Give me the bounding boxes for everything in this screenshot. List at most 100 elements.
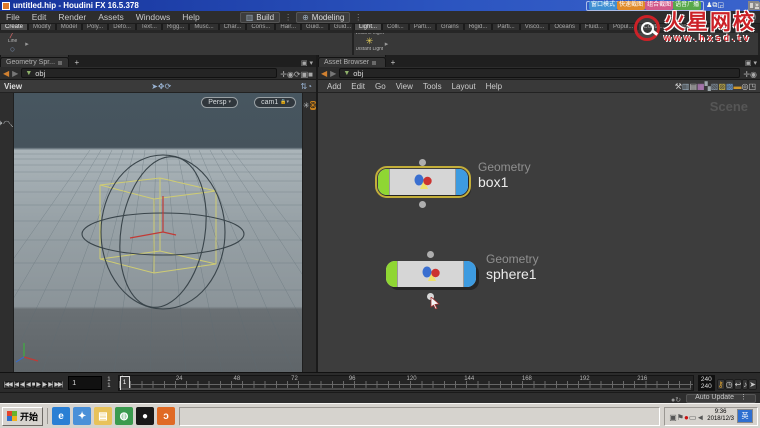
net-tools-icon[interactable]: ⚒ [675,82,682,91]
shelf-tab[interactable]: Char... [219,24,247,30]
sync-icon[interactable]: ⟳ [294,70,301,79]
network-menu-item[interactable]: Go [370,82,391,91]
rec-quick-capture-button[interactable]: 快速截图 [617,1,645,10]
shelf-tab[interactable]: Defo... [108,24,136,30]
viewhelp-icon[interactable]: ◔ [307,82,312,91]
shelf-tab[interactable]: Guid... [329,24,352,30]
shelf-tab[interactable]: Modify [28,24,56,30]
shelf-tool[interactable]: ✳ Distant Light [354,36,385,52]
viewport-3d[interactable]: Persp▾ cam1🔒▾ [14,93,302,372]
node-render-flag[interactable] [463,261,476,287]
tray-camera-icon[interactable]: ▣ [669,413,677,422]
start-button[interactable]: 开始 [2,407,43,426]
shelf-tab[interactable]: Poly... [82,24,108,30]
loop-icon[interactable]: ↩ [734,379,743,390]
mode-combo[interactable]: ⊕ Modeling [296,12,350,23]
pane-tab[interactable]: Asset Browser [318,57,386,67]
shelf-tab[interactable]: Pyro... [669,24,696,30]
back-icon[interactable]: ◀ [3,69,9,78]
timeline-ruler[interactable]: 124487296120144168192216 1 [118,375,694,391]
shelf-overflow-icon[interactable]: ▸ [25,40,29,48]
menu-item[interactable]: File [0,12,26,22]
tray-volume-icon[interactable]: ◄ [696,413,704,422]
current-frame-field[interactable]: 1 [68,376,102,390]
net-note-icon[interactable]: ▨ [718,82,726,91]
shelf-tab[interactable]: Text... [136,24,162,30]
tray-flag-icon[interactable]: ⚑ [677,413,684,422]
shelf-tab[interactable]: Oceans [549,24,580,30]
globe-icon[interactable]: ◍ [115,407,133,425]
scene-path-field[interactable]: ▼ obj [21,68,277,78]
auto-key-icon[interactable]: ⚷ [717,379,725,390]
node-sphere1[interactable] [386,261,476,287]
shelf-tab[interactable]: Model [56,24,82,30]
recorder-icon[interactable]: ● [136,407,154,425]
network-menu-item[interactable]: Help [481,82,507,91]
highquality-light-icon[interactable]: ✳ [303,101,310,110]
node-display-flag[interactable] [378,169,390,195]
ie-icon[interactable]: e [52,407,70,425]
help-icon[interactable]: ? [746,12,756,22]
node-output-connector[interactable] [419,201,426,208]
shelf-overflow-icon[interactable]: ▸ [385,40,389,48]
handle-mode-icon[interactable]: ✥ [158,82,165,91]
playbar-options-icon[interactable]: ➤ [748,379,757,390]
shelf-tab[interactable]: Hair... [275,24,301,30]
pose-mode-icon[interactable]: ⟳ [165,82,172,91]
world-icon[interactable]: ◉ [287,70,294,79]
timeline-scrollbar[interactable] [121,388,691,390]
menu-item[interactable]: Edit [26,12,53,22]
pin-icon[interactable]: ✛ [743,70,750,79]
persp-view-badge[interactable]: Persp▾ [201,97,238,108]
play-reverse-button[interactable]: ◀ [25,381,31,389]
shelf-tab[interactable]: Fluid... [580,24,608,30]
network-menu-item[interactable]: View [391,82,418,91]
node-name-label[interactable]: sphere1 [486,266,537,282]
network-menu-item[interactable]: Layout [447,82,481,91]
browser-icon[interactable]: ✦ [73,407,91,425]
shelf-tab[interactable]: Parti... [409,24,436,30]
node-input-connector[interactable] [427,251,434,258]
network-menu-item[interactable]: Tools [418,82,447,91]
rec-scene-capture-button[interactable]: 组合截图 [645,1,673,10]
forward-icon[interactable]: ▶ [12,69,18,78]
shelf-tab[interactable]: Cons... [246,24,275,30]
go-end-button[interactable]: ▶▶| [53,381,63,389]
forward-icon[interactable]: ▶ [330,69,336,78]
network-canvas[interactable]: Scene Geometry box1 [318,93,760,372]
rec-voice-broadcast-button[interactable]: 语音广播 [673,1,701,10]
shelf-tab[interactable]: Light... [354,24,382,30]
realtime-icon[interactable]: ◷ [725,379,734,390]
network-path-field[interactable]: ▼ obj [339,68,740,78]
camera-badge[interactable]: cam1🔒▾ [254,97,296,108]
folder-icon[interactable]: ▤ [94,407,112,425]
shelf-tab[interactable]: Visco... [520,24,550,30]
shelf-tab[interactable]: Rigg... [162,24,189,30]
shelf-tab[interactable]: Musc... [189,24,218,30]
tab-menu-icon[interactable] [58,61,62,65]
view-menu[interactable]: View [4,82,22,91]
shelf-tab[interactable]: Grains [436,24,464,30]
taskbar-empty-area[interactable] [179,407,660,426]
tab-menu-icon[interactable] [372,61,376,65]
shelf-tab[interactable]: Guid... [301,24,329,30]
shelf-tab[interactable]: Rigid... [464,24,493,30]
shelf-tool[interactable]: ╱ Line [0,33,25,44]
shelf-tab[interactable]: Popul... [608,24,638,30]
shelf-tab[interactable]: Create [0,24,28,30]
menu-item[interactable]: Windows [130,12,176,22]
node-display-flag[interactable] [386,261,398,287]
network-menu-item[interactable]: Edit [346,82,370,91]
shelf-tab[interactable]: Parti... [492,24,519,30]
taskbar-clock[interactable]: 9:362018/12/3 [707,409,734,423]
shelf-tab[interactable]: Conta... [638,24,669,30]
back-icon[interactable]: ◀ [321,69,327,78]
node-input-connector[interactable] [419,159,426,166]
pin-icon[interactable]: ✛ [280,70,287,79]
net-jump-icon[interactable]: ◳ [748,82,756,91]
shelf-tab[interactable]: Colli... [382,24,409,30]
solo-icon[interactable]: ■ [308,70,313,79]
input-language-icon[interactable]: 英 [737,409,753,423]
net-colors-icon[interactable]: ▦ [697,82,705,91]
menu-item[interactable]: Render [52,12,92,22]
